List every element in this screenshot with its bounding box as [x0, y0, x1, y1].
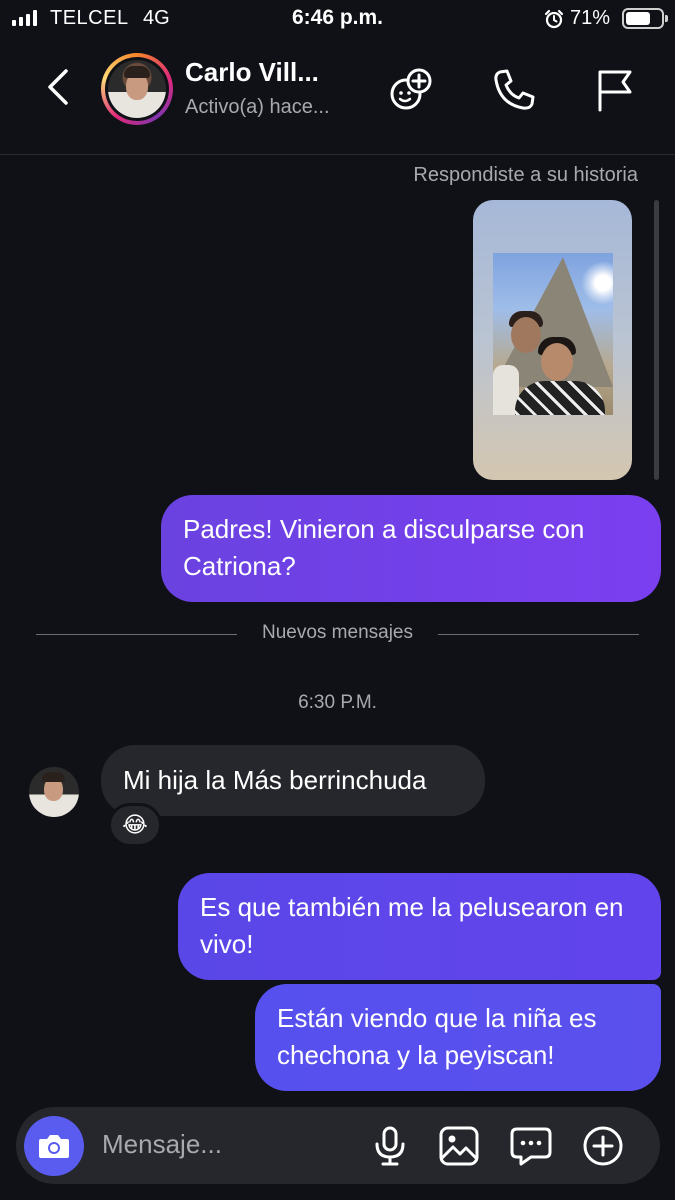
message-bubble-outgoing[interactable]: Padres! Vinieron a disculparse con Catri…	[161, 495, 661, 602]
scrollbar[interactable]	[654, 200, 659, 480]
chat-header: Carlo Vill... Activo(a) hace...	[0, 40, 675, 155]
new-messages-label: Nuevos mensajes	[261, 622, 414, 643]
message-composer: Mensaje...	[16, 1107, 660, 1184]
reaction-emoji[interactable]: 😂	[108, 803, 162, 847]
message-text: Padres! Vinieron a disculparse con Catri…	[183, 514, 585, 581]
contact-name[interactable]: Carlo Vill...	[185, 57, 319, 88]
camera-icon	[39, 1135, 69, 1158]
sticker-icon[interactable]	[509, 1125, 553, 1167]
camera-button[interactable]	[24, 1116, 84, 1176]
story-preview[interactable]	[473, 200, 632, 480]
message-text: Es que también me la pelusearon en vivo!	[200, 892, 624, 959]
sender-avatar[interactable]	[29, 767, 79, 817]
message-input[interactable]: Mensaje...	[102, 1129, 222, 1160]
story-reply-label: Respondiste a su historia	[413, 164, 638, 186]
back-icon[interactable]	[40, 65, 76, 109]
avatar[interactable]	[101, 53, 173, 125]
message-text: Están viendo que la niña es chechona y l…	[277, 1003, 597, 1070]
gallery-icon[interactable]	[438, 1125, 480, 1167]
timestamp: 6:30 P.M.	[298, 692, 377, 713]
battery-percent: 71%	[570, 7, 611, 29]
battery-icon	[622, 8, 668, 29]
flag-icon[interactable]	[592, 66, 636, 114]
plus-icon[interactable]	[582, 1125, 624, 1167]
status-bar: TELCEL 4G 6:46 p.m. 71%	[0, 0, 675, 40]
message-text: Mi hija la Más berrinchuda	[123, 765, 427, 795]
microphone-icon[interactable]	[372, 1125, 408, 1167]
alarm-icon	[544, 9, 564, 29]
active-status: Activo(a) hace...	[185, 96, 330, 118]
story-photo	[493, 253, 613, 415]
message-bubble-outgoing[interactable]: Es que también me la pelusearon en vivo!	[178, 873, 661, 980]
message-bubble-incoming[interactable]: Mi hija la Más berrinchuda	[101, 745, 485, 816]
phone-icon[interactable]	[490, 66, 538, 114]
effects-icon[interactable]	[388, 66, 436, 114]
message-bubble-outgoing[interactable]: Están viendo que la niña es chechona y l…	[255, 984, 661, 1091]
